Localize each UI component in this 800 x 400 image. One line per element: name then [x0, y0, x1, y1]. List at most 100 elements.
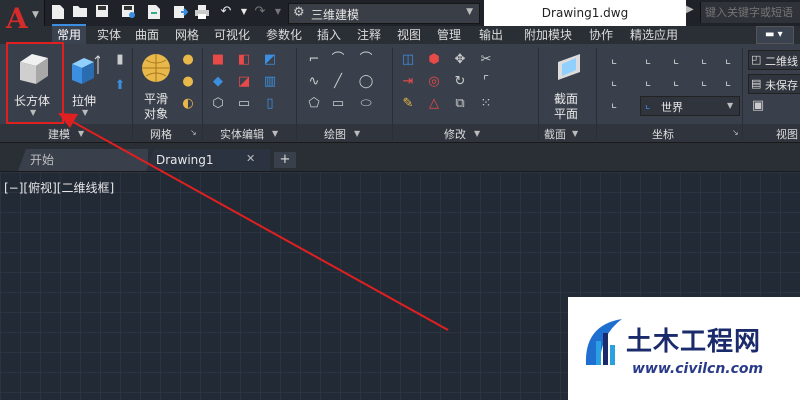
- polygon-icon[interactable]: ⬠: [306, 96, 322, 112]
- align-icon[interactable]: ⇥: [400, 74, 416, 90]
- thicken-icon[interactable]: ▥: [262, 74, 278, 90]
- tab-mesh[interactable]: 网格: [172, 26, 202, 44]
- panel-launcher-icon[interactable]: ↘: [190, 128, 197, 137]
- chevron-down-icon[interactable]: ▼: [354, 129, 360, 138]
- panel-title-section[interactable]: 截面: [544, 126, 566, 142]
- polyline-icon[interactable]: ⌒: [330, 52, 346, 68]
- move-icon[interactable]: ✥: [452, 52, 468, 68]
- ucs-y-icon[interactable]: ⌞: [668, 52, 684, 68]
- application-menu-button[interactable]: A ▼: [0, 0, 45, 44]
- union-icon[interactable]: ■: [210, 52, 226, 68]
- section-plane-button[interactable]: 截面 平面: [548, 48, 590, 122]
- array-icon[interactable]: ⁙: [478, 96, 494, 112]
- presspull-icon[interactable]: ⬆: [112, 78, 128, 94]
- tab-collaborate[interactable]: 协作: [586, 26, 616, 44]
- ucs-named-icon[interactable]: ⌞: [606, 96, 622, 112]
- file-tab-start[interactable]: 开始: [18, 149, 148, 171]
- print-icon[interactable]: [194, 4, 210, 20]
- undo-icon[interactable]: ↶: [218, 4, 234, 20]
- line-icon[interactable]: ⌐: [306, 52, 322, 68]
- chevron-down-icon[interactable]: ▼: [78, 129, 84, 138]
- visual-style-dropdown[interactable]: ◰ 二维线: [748, 50, 800, 70]
- publish-icon[interactable]: [172, 4, 189, 20]
- tab-parametric[interactable]: 参数化: [262, 26, 306, 44]
- panel-title-modeling[interactable]: 建模: [48, 126, 70, 142]
- tab-output[interactable]: 输出: [476, 26, 506, 44]
- new-tab-button[interactable]: +: [274, 152, 296, 168]
- mesh-add-icon[interactable]: ●: [180, 52, 196, 68]
- panel-title-draw[interactable]: 绘图: [324, 126, 346, 142]
- new-icon[interactable]: [50, 4, 66, 20]
- interfere-icon[interactable]: ◆: [210, 74, 226, 90]
- panel-title-mesh[interactable]: 网格: [150, 126, 172, 142]
- tab-view[interactable]: 视图: [394, 26, 424, 44]
- ucs-z-icon[interactable]: ⌞: [696, 52, 712, 68]
- redo-icon[interactable]: ↷: [252, 4, 268, 20]
- chevron-down-icon[interactable]: ▼: [272, 129, 278, 138]
- tab-surface[interactable]: 曲面: [132, 26, 162, 44]
- mesh-remove-icon[interactable]: ●: [180, 74, 196, 90]
- extrude-button[interactable]: 拉伸 ▼: [66, 46, 106, 122]
- rotate-icon[interactable]: ↻: [452, 74, 468, 90]
- tab-visualize[interactable]: 可视化: [210, 26, 254, 44]
- workspace-dropdown[interactable]: ⚙ 三维建模 ▼: [288, 3, 480, 24]
- array-3d-icon[interactable]: ⬢: [426, 52, 442, 68]
- named-view-dropdown[interactable]: ▤ 未保存: [748, 74, 800, 94]
- fillet-icon[interactable]: ⌜: [478, 74, 494, 90]
- chevron-down-icon[interactable]: ▼: [572, 129, 578, 138]
- slice-icon[interactable]: ◩: [262, 52, 278, 68]
- ribbon-minimize-button[interactable]: ▬ ▾: [756, 26, 794, 44]
- ucs-origin-icon[interactable]: ⌞: [606, 74, 622, 90]
- close-icon[interactable]: ✕: [246, 152, 255, 165]
- export-icon[interactable]: [146, 4, 162, 20]
- panel-title-modify[interactable]: 修改: [444, 126, 466, 142]
- tab-manage[interactable]: 管理: [434, 26, 464, 44]
- tab-solid[interactable]: 实体: [94, 26, 124, 44]
- ucs-face-icon[interactable]: ⌞: [696, 74, 712, 90]
- panel-title-solid-edit[interactable]: 实体编辑: [220, 126, 264, 142]
- save-as-icon[interactable]: [120, 4, 136, 20]
- search-input[interactable]: [701, 2, 800, 23]
- ellipse-icon[interactable]: ⬭: [358, 96, 374, 112]
- panel-title-view[interactable]: 视图: [776, 126, 798, 142]
- ucs-world-dropdown[interactable]: ⌞ 世界 ▼: [640, 96, 740, 116]
- viewport-config-icon[interactable]: ▣: [750, 98, 766, 114]
- ucs-z-axis-icon[interactable]: ⌞: [720, 74, 736, 90]
- open-icon[interactable]: [72, 4, 88, 20]
- spline-icon[interactable]: ∿: [306, 74, 322, 90]
- chevron-right-icon[interactable]: ▶: [686, 4, 694, 15]
- subtract-icon[interactable]: ◧: [236, 52, 252, 68]
- polysolid-icon[interactable]: ▮: [112, 52, 128, 68]
- arc-icon[interactable]: ⌒: [358, 52, 374, 68]
- viewport-controls[interactable]: [−][俯视][二维线框]: [4, 179, 114, 196]
- extract-edges-icon[interactable]: ⬡: [210, 96, 226, 112]
- chevron-down-icon[interactable]: ▼: [270, 4, 286, 20]
- save-icon[interactable]: [94, 4, 110, 20]
- separate-icon[interactable]: ▯: [262, 96, 278, 112]
- search-box[interactable]: [700, 2, 800, 23]
- rotate-3d-icon[interactable]: ◎: [426, 74, 442, 90]
- ucs-object-icon[interactable]: ⌞: [668, 74, 684, 90]
- tab-insert[interactable]: 插入: [314, 26, 344, 44]
- ray-icon[interactable]: ╱: [330, 74, 346, 90]
- trim-icon[interactable]: ✂: [478, 52, 494, 68]
- tab-addins[interactable]: 附加模块: [518, 26, 578, 44]
- chevron-down-icon[interactable]: ▼: [236, 4, 252, 20]
- tab-annotate[interactable]: 注释: [354, 26, 384, 44]
- chevron-down-icon[interactable]: ▼: [474, 129, 480, 138]
- ucs-3point-icon[interactable]: ⌞: [720, 52, 736, 68]
- mirror-icon[interactable]: ◫: [400, 52, 416, 68]
- panel-title-coordinates[interactable]: 坐标: [652, 126, 674, 142]
- circle-icon[interactable]: ◯: [358, 74, 374, 90]
- mesh-refine-icon[interactable]: ◐: [180, 96, 196, 112]
- draft-icon[interactable]: ✎: [400, 96, 416, 112]
- copy-icon[interactable]: ⧉: [452, 96, 468, 112]
- rectangle-icon[interactable]: ▭: [330, 96, 346, 112]
- ucs-icon[interactable]: ⌞: [606, 52, 622, 68]
- ucs-view-icon[interactable]: ⌞: [640, 74, 656, 90]
- intersect-icon[interactable]: ◪: [236, 74, 252, 90]
- scale-3d-icon[interactable]: △: [426, 96, 442, 112]
- ucs-x-icon[interactable]: ⌞: [640, 52, 656, 68]
- tab-featured-apps[interactable]: 精选应用: [624, 26, 684, 44]
- panel-launcher-icon[interactable]: ↘: [732, 128, 739, 137]
